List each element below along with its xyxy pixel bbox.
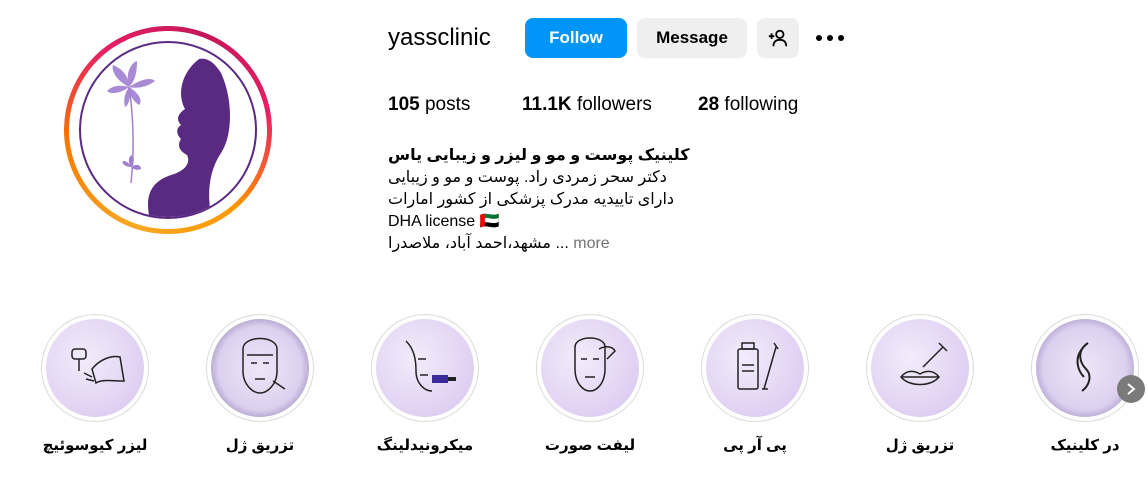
hair-icon bbox=[1076, 342, 1091, 392]
suggested-users-button[interactable] bbox=[757, 18, 799, 58]
highlight-face-lift[interactable] bbox=[536, 314, 644, 422]
highlight-prp[interactable] bbox=[701, 314, 809, 422]
highlight-label: در کلینیک bbox=[1050, 437, 1120, 454]
highlight-cover bbox=[706, 319, 804, 417]
follow-button[interactable]: Follow bbox=[525, 18, 627, 58]
lip-injection-icon bbox=[900, 342, 948, 386]
highlight-label: تزریق ژل bbox=[885, 437, 955, 454]
followers-count: 11.1K bbox=[522, 94, 572, 115]
bio-line-1: دکتر سحر زمردی راد. پوست و مو و زیبایی bbox=[388, 169, 667, 186]
following-count: 28 bbox=[698, 94, 720, 115]
profile-username: yassclinic bbox=[388, 24, 491, 51]
highlight-label: میکرونیدلینگ bbox=[376, 437, 474, 454]
followers-stat[interactable]: 11.1K followers bbox=[522, 94, 652, 116]
bio-line-4: مشهد،احمد آباد، ملاصدرا ... bbox=[388, 235, 569, 252]
highlight-cover bbox=[46, 319, 144, 417]
highlight-cover bbox=[211, 319, 309, 417]
highlight-label: تزریق ژل bbox=[225, 437, 295, 454]
face-lift-icon bbox=[574, 337, 616, 392]
profile-avatar-ring[interactable] bbox=[64, 26, 272, 234]
following-stat[interactable]: 28 following bbox=[698, 94, 798, 116]
posts-count: 105 bbox=[388, 94, 420, 115]
clinic-logo bbox=[79, 41, 257, 219]
highlights-next-button[interactable] bbox=[1117, 375, 1145, 403]
highlight-cover bbox=[1036, 319, 1134, 417]
bio-line-3: DHA license 🇦🇪 bbox=[388, 213, 500, 230]
chevron-right-icon bbox=[1127, 383, 1136, 395]
prp-vial-icon bbox=[737, 342, 779, 390]
more-horizontal-icon bbox=[816, 35, 844, 41]
bio-name: کلینیک پوست و مو و لیزر و زیبایی یاس bbox=[388, 147, 690, 164]
highlight-in-clinic[interactable] bbox=[1031, 314, 1139, 422]
highlight-gel-injection[interactable] bbox=[206, 314, 314, 422]
person-plus-icon bbox=[768, 29, 788, 47]
highlight-lip-injection[interactable] bbox=[866, 314, 974, 422]
bio-more-link[interactable]: more bbox=[573, 235, 609, 252]
followers-label: followers bbox=[576, 94, 652, 115]
highlight-cover bbox=[871, 319, 969, 417]
microneedling-icon bbox=[405, 340, 456, 392]
laser-leg-icon bbox=[71, 348, 125, 385]
highlight-label: لیفت صورت bbox=[544, 437, 636, 454]
more-options-button[interactable] bbox=[814, 28, 846, 48]
bio-line-4-row: مشهد،احمد آباد، ملاصدرا ... more bbox=[388, 233, 610, 255]
highlight-label: پی آر پی bbox=[723, 437, 787, 454]
posts-stat: 105 posts bbox=[388, 94, 470, 116]
highlight-laser[interactable] bbox=[41, 314, 149, 422]
face-injection-icon bbox=[242, 337, 286, 394]
highlight-microneedling[interactable] bbox=[371, 314, 479, 422]
posts-label: posts bbox=[424, 94, 471, 115]
following-label: following bbox=[724, 94, 799, 115]
highlight-cover bbox=[376, 319, 474, 417]
highlight-cover bbox=[541, 319, 639, 417]
message-button[interactable]: Message bbox=[637, 18, 747, 58]
bio-line-2: دارای تاییدیه مدرک پزشکی از کشور امارات bbox=[388, 191, 675, 208]
highlight-label: لیزر کیوسوئیچ bbox=[42, 437, 148, 454]
avatar-inner bbox=[69, 31, 267, 229]
face-flower-logo-icon bbox=[107, 58, 230, 217]
